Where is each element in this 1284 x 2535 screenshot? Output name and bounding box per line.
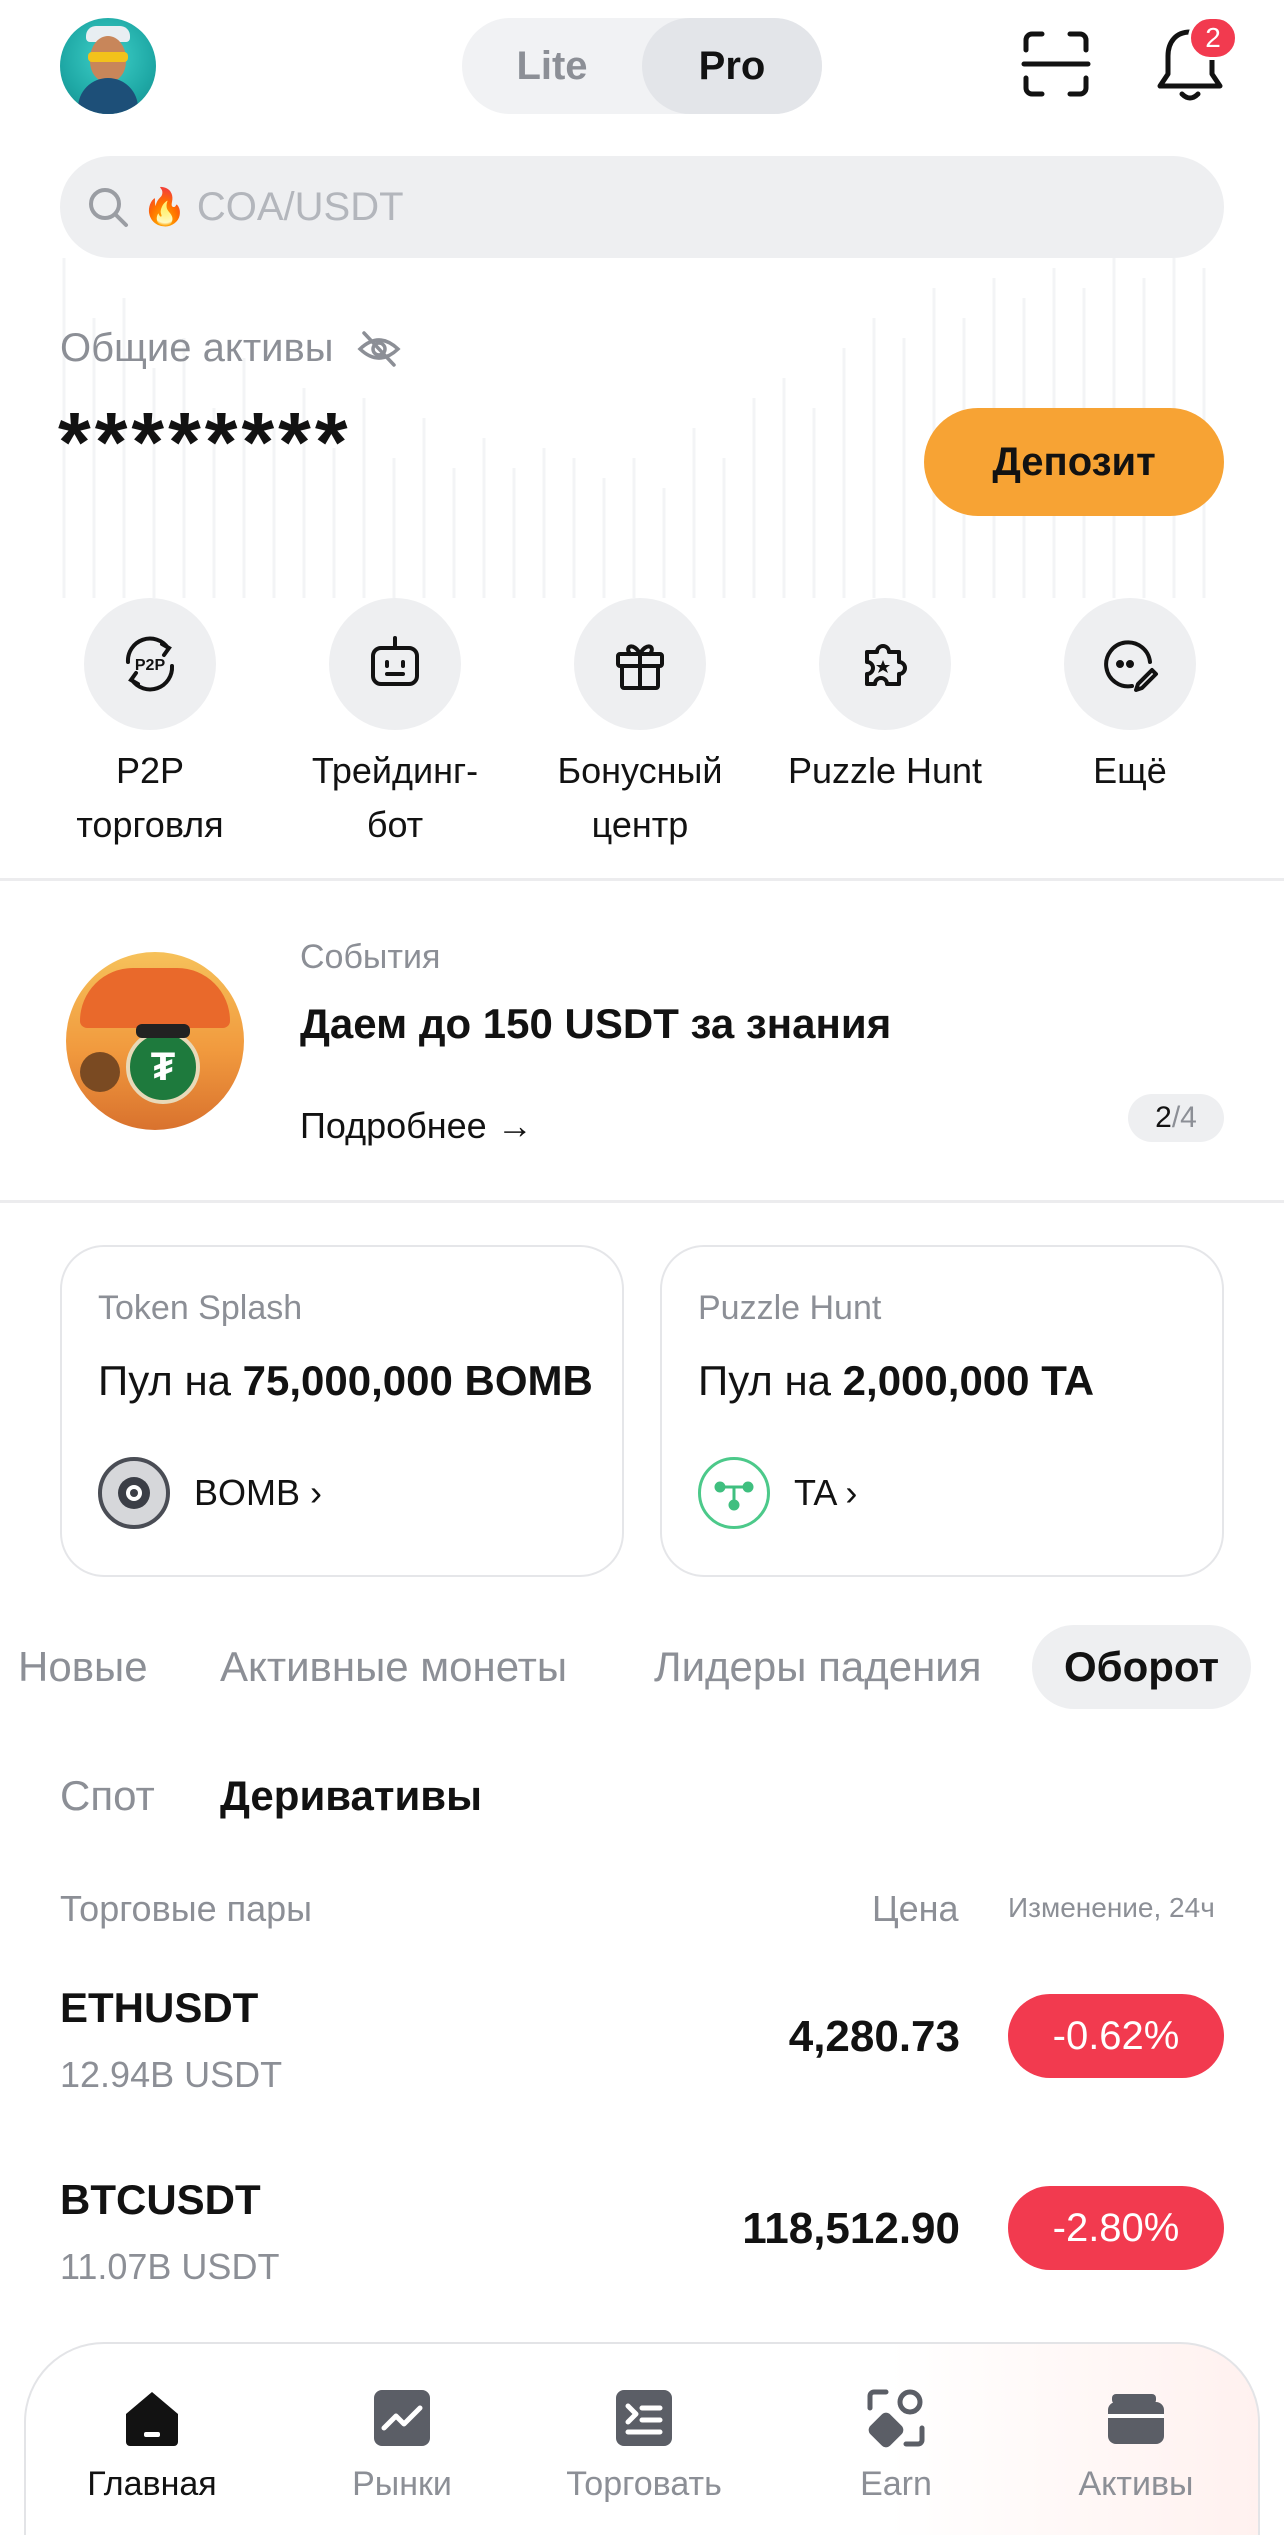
- bomb-token-icon: [98, 1457, 170, 1529]
- promo-token-link[interactable]: TA ›: [698, 1457, 857, 1529]
- event-more-link[interactable]: Подробнее →: [300, 1105, 533, 1147]
- total-assets-text: Общие активы: [60, 326, 334, 370]
- promo-category: Token Splash: [98, 1289, 303, 1327]
- total-assets-label: Общие активы: [60, 326, 402, 371]
- p2p-icon: P2P: [125, 636, 175, 692]
- section-divider: [0, 878, 1284, 881]
- deposit-button[interactable]: Депозит: [924, 408, 1224, 516]
- nav-label: Earn: [860, 2465, 932, 2503]
- promo-pool-prefix: Пул на: [98, 1357, 231, 1404]
- pair-price: 118,512.90: [742, 2204, 960, 2253]
- shortcut-label: торговля: [76, 804, 224, 845]
- mode-toggle: Lite Pro: [462, 18, 822, 114]
- puzzle-icon: [865, 644, 907, 686]
- promo-token-label: BOMB ›: [194, 1472, 323, 1513]
- tab-new[interactable]: Новые: [18, 1625, 148, 1709]
- event-pager: 2/4: [1128, 1094, 1224, 1142]
- promo-pool-prefix: Пул на: [698, 1357, 831, 1404]
- event-page-current: 2: [1155, 1101, 1172, 1134]
- avatar-body: [78, 78, 138, 114]
- fire-icon: 🔥: [142, 186, 187, 227]
- shortcut-label: Бонусный: [557, 750, 723, 791]
- nav-home[interactable]: Главная: [42, 2386, 262, 2504]
- home-icon: [126, 2392, 178, 2446]
- pair-volume: 12.94B USDT: [60, 2054, 283, 2095]
- nav-earn[interactable]: Earn: [786, 2386, 1006, 2504]
- chart-icon: [374, 2390, 430, 2446]
- earn-icon: [867, 2389, 925, 2448]
- shortcut-more[interactable]: Ещё: [1010, 598, 1250, 798]
- shortcut-label: Ещё: [1093, 750, 1167, 791]
- column-header-price: Цена: [872, 1888, 959, 1929]
- sunglasses-shape: [136, 1024, 190, 1038]
- notification-badge: 2: [1188, 16, 1238, 60]
- promo-pool-amount: 75,000,000 BOMB: [242, 1357, 593, 1404]
- umbrella-shape: [80, 968, 230, 1028]
- user-avatar[interactable]: [60, 18, 156, 114]
- promo-pool-amount: 2,000,000 TA: [842, 1357, 1095, 1404]
- pair-symbol: ETHUSDT: [60, 1984, 259, 2031]
- shortcut-puzzle-hunt[interactable]: Puzzle Hunt: [765, 598, 1005, 798]
- event-page-total: /4: [1171, 1101, 1197, 1134]
- shortcut-label: Трейдинг-: [311, 750, 479, 791]
- search-icon: [89, 188, 128, 227]
- shortcut-label: бот: [366, 804, 424, 845]
- promo-pool: Пул на 2,000,000 TA: [698, 1357, 1094, 1405]
- event-title: Даем до 150 USDT за знания: [300, 1000, 892, 1047]
- nav-assets[interactable]: Активы: [1026, 2386, 1246, 2504]
- shortcut-label: P2P: [115, 750, 185, 791]
- shortcut-label: Puzzle Hunt: [787, 750, 983, 791]
- tab-top-losers[interactable]: Лидеры падения: [654, 1625, 981, 1709]
- section-divider: [0, 1200, 1284, 1203]
- promo-token-link[interactable]: BOMB ›: [98, 1457, 322, 1529]
- shortcuts-row: P2P P2P торговля Трейдинг-бот Бонусный цен…: [30, 598, 1254, 858]
- nav-label: Рынки: [352, 2465, 452, 2503]
- promo-token-label: TA ›: [794, 1472, 858, 1513]
- event-image: ₮: [66, 952, 244, 1130]
- subtab-spot[interactable]: Спот: [60, 1772, 155, 1820]
- tab-turnover[interactable]: Оборот: [1032, 1625, 1252, 1709]
- search-bar[interactable]: 🔥 COA/USDT: [60, 156, 1224, 258]
- pair-change-badge: -0.62%: [1008, 1994, 1224, 2078]
- pair-change-badge: -2.80%: [1008, 2186, 1224, 2270]
- mode-lite-button[interactable]: Lite: [462, 18, 642, 114]
- nav-label: Главная: [87, 2465, 217, 2503]
- more-icon: [1104, 640, 1158, 692]
- shortcut-trading-bot[interactable]: Трейдинг-бот: [275, 598, 515, 852]
- mode-pro-button[interactable]: Pro: [642, 18, 822, 114]
- coconut-shape: [80, 1052, 120, 1092]
- promo-card-puzzle-hunt[interactable]: Puzzle Hunt Пул на 2,000,000 TA TA ›: [660, 1245, 1224, 1577]
- nav-markets[interactable]: Рынки: [292, 2386, 512, 2504]
- shortcut-p2p[interactable]: P2P P2P торговля: [30, 598, 270, 852]
- nav-trade[interactable]: Торговать: [534, 2386, 754, 2504]
- ta-token-icon: [698, 1457, 770, 1529]
- promo-pool: Пул на 75,000,000 BOMB: [98, 1357, 593, 1405]
- wallet-icon: [1108, 2394, 1164, 2444]
- trade-icon: [616, 2390, 672, 2446]
- usdt-coin-icon: ₮: [126, 1030, 200, 1104]
- total-assets-value: ********: [58, 395, 352, 489]
- pair-price: 4,280.73: [788, 2012, 960, 2061]
- avatar-glasses: [88, 52, 128, 62]
- shortcut-bonus-center[interactable]: Бонусный центр: [520, 598, 760, 852]
- event-category: События: [300, 938, 441, 976]
- search-placeholder: COA/USDT: [196, 184, 404, 229]
- pair-symbol: BTCUSDT: [60, 2176, 261, 2223]
- eye-hidden-icon[interactable]: [356, 329, 402, 369]
- svg-text:P2P: P2P: [135, 657, 166, 674]
- nav-label: Активы: [1078, 2465, 1194, 2503]
- promo-card-token-splash[interactable]: Token Splash Пул на 75,000,000 BOMB BOMB…: [60, 1245, 624, 1577]
- column-header-pair: Торговые пары: [60, 1888, 313, 1929]
- column-header-change: Изменение, 24ч: [1008, 1892, 1215, 1923]
- scan-icon[interactable]: [1020, 28, 1092, 100]
- promo-category: Puzzle Hunt: [698, 1289, 882, 1327]
- gift-icon: [616, 644, 664, 690]
- shortcut-label: центр: [591, 804, 689, 845]
- subtab-derivatives[interactable]: Деривативы: [220, 1772, 482, 1820]
- pair-volume: 11.07B USDT: [60, 2246, 280, 2287]
- tab-active-coins[interactable]: Активные монеты: [220, 1625, 567, 1709]
- robot-icon: [371, 636, 419, 686]
- nav-label: Торговать: [566, 2465, 722, 2503]
- bottom-navigation: Главная Рынки Торговать Earn Активы: [24, 2342, 1260, 2535]
